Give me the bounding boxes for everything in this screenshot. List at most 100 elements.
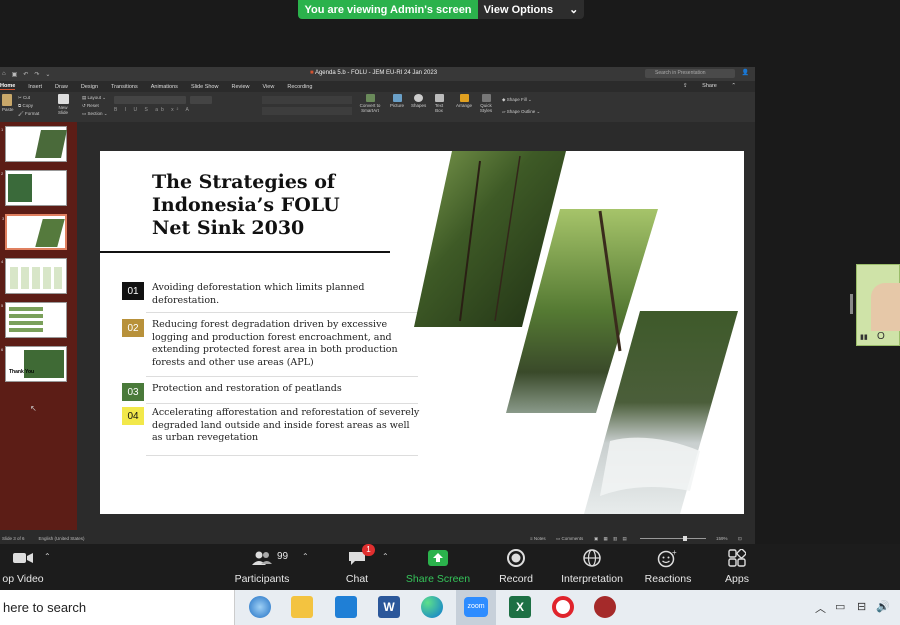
reactions-button[interactable]: + Reactions xyxy=(642,548,694,585)
chat-button[interactable]: 1 Chat xyxy=(340,544,375,585)
chat-icon: 1 xyxy=(346,544,375,567)
video-options-caret[interactable]: ⌃ xyxy=(44,552,51,561)
share-screen-icon xyxy=(427,549,449,567)
tab-draw[interactable]: Draw xyxy=(55,84,68,90)
format-painter-button[interactable]: 🖌 Format xyxy=(18,110,39,118)
profile-icon[interactable]: 👤 xyxy=(742,69,749,76)
save-icon[interactable]: ▣ xyxy=(12,71,18,78)
undo-icon[interactable]: ↶ xyxy=(23,71,28,78)
picture-button[interactable]: Picture xyxy=(390,94,404,108)
participants-button[interactable]: 99 Participants xyxy=(232,549,292,585)
shape-format-group: ◆ Shape Fill ⌄ ▱ Shape Outline ⌄ xyxy=(502,94,540,118)
slide-thumbnail-3[interactable]: 3 xyxy=(2,214,67,250)
volume-icon[interactable]: 🔊 xyxy=(876,600,890,613)
strategy-text-04: Accelerating afforestation and reforesta… xyxy=(152,407,420,444)
edge-icon[interactable] xyxy=(421,596,443,618)
interpretation-button[interactable]: Interpretation xyxy=(554,549,630,585)
tab-recording[interactable]: Recording xyxy=(287,84,312,90)
taskbar-search-box[interactable]: here to search xyxy=(0,590,235,625)
opera-icon[interactable] xyxy=(552,596,574,618)
network-icon[interactable]: ⊟ xyxy=(857,600,866,613)
clipboard-group: ✂ Cut ⧉ Copy 🖌 Format xyxy=(18,94,39,118)
participant-video-tile[interactable]: ▮▮ O xyxy=(856,264,900,346)
item-divider xyxy=(146,376,418,377)
forest-photo-collage xyxy=(414,151,738,514)
participants-options-caret[interactable]: ⌃ xyxy=(302,552,309,561)
section-button[interactable]: ▭ Section ⌄ xyxy=(82,110,108,118)
zoom-level: 159% xyxy=(716,536,728,541)
quick-styles-button[interactable]: Quick Styles xyxy=(478,94,494,113)
font-format-buttons[interactable]: B I U S ab x² A xyxy=(114,107,192,113)
arrange-button[interactable]: Arrange xyxy=(456,94,472,108)
shape-outline-button[interactable]: ▱ Shape Outline ⌄ xyxy=(502,106,540,118)
strategy-text-01: Avoiding deforestation which limits plan… xyxy=(152,282,365,306)
share-button[interactable]: ⇪ Share ⌃ xyxy=(683,83,736,89)
customize-icon[interactable]: ⌄ xyxy=(45,71,50,78)
font-size-select[interactable] xyxy=(190,96,212,104)
tab-design[interactable]: Design xyxy=(81,84,98,90)
alignment-buttons[interactable] xyxy=(262,107,352,115)
redo-icon[interactable]: ↷ xyxy=(34,71,39,78)
app-icon[interactable] xyxy=(594,596,616,618)
apps-button[interactable]: Apps xyxy=(718,549,756,585)
paragraph-buttons[interactable] xyxy=(262,96,352,104)
stop-video-button[interactable]: op Video xyxy=(0,549,46,585)
new-slide-button[interactable]: New Slide xyxy=(56,94,70,115)
shapes-button[interactable]: Shapes xyxy=(411,94,426,108)
comments-button[interactable]: ▭ Comments xyxy=(556,536,583,542)
slide-thumbnail-5[interactable]: 5 xyxy=(1,302,67,338)
ppt-status-bar: Slide 3 of 6 English (United States) ≡ N… xyxy=(0,534,755,543)
share-screen-button[interactable]: Share Screen xyxy=(404,549,472,585)
record-button[interactable]: Record xyxy=(494,549,538,585)
tab-slide-show[interactable]: Slide Show xyxy=(191,84,219,90)
tab-transitions[interactable]: Transitions xyxy=(111,84,138,90)
shape-fill-button[interactable]: ◆ Shape Fill ⌄ xyxy=(502,94,540,106)
zoom-taskbar-item[interactable]: zoom xyxy=(456,590,496,625)
fit-slide-icon[interactable]: ⊡ xyxy=(738,536,742,542)
slide-thumbnail-6[interactable]: 6 Thank You xyxy=(1,346,67,382)
display-icon[interactable]: ▭ xyxy=(835,600,845,613)
tab-review[interactable]: Review xyxy=(231,84,249,90)
video-camera-icon xyxy=(12,549,34,567)
tab-animations[interactable]: Animations xyxy=(151,84,178,90)
layout-button[interactable]: ▤ Layout ⌄ xyxy=(82,94,108,102)
word-icon[interactable]: W xyxy=(378,596,400,618)
ribbon-toolbar: Paste ✂ Cut ⧉ Copy 🖌 Format New Slide ▤ … xyxy=(0,92,755,126)
chat-options-caret[interactable]: ⌃ xyxy=(382,552,389,561)
tab-home[interactable]: Home xyxy=(0,83,16,90)
item-divider xyxy=(146,403,418,404)
home-icon[interactable]: ⌂ xyxy=(2,71,6,78)
zoom-slider[interactable] xyxy=(640,538,706,539)
zoom-slider-thumb[interactable] xyxy=(683,536,687,541)
tab-insert[interactable]: Insert xyxy=(28,84,42,90)
text-box-button[interactable]: Text Box xyxy=(433,94,445,113)
notes-button[interactable]: ≡ Notes xyxy=(530,536,546,541)
file-explorer-icon[interactable] xyxy=(291,596,313,618)
font-family-select[interactable] xyxy=(114,96,186,104)
cut-button[interactable]: ✂ Cut xyxy=(18,94,39,102)
reset-button[interactable]: ↺ Reset xyxy=(82,102,108,110)
slide-title: The Strategies of Indonesia’s FOLU Net S… xyxy=(152,171,340,239)
tray-chevron-icon[interactable]: ︿ xyxy=(815,600,826,616)
arrange-icon xyxy=(459,94,469,102)
participants-count: 99 xyxy=(277,551,289,562)
mail-icon[interactable] xyxy=(335,596,357,618)
smiley-plus-icon: + xyxy=(657,548,679,568)
search-presentation-input[interactable]: Search in Presentation xyxy=(645,69,735,78)
tile-collapse-handle[interactable] xyxy=(850,294,853,314)
tab-view[interactable]: View xyxy=(263,84,275,90)
copy-button[interactable]: ⧉ Copy xyxy=(18,102,39,110)
view-options-button[interactable]: View Options ⌄ xyxy=(478,0,584,19)
paste-button[interactable]: Paste xyxy=(2,94,14,112)
convert-smartart-button[interactable]: Convert to SmartArt xyxy=(358,94,382,113)
item-divider xyxy=(146,455,418,456)
viewing-screen-label: You are viewing Admin's screen xyxy=(298,0,478,19)
view-buttons[interactable]: ▣ ▦ ▥ ▤ xyxy=(594,536,629,542)
slide-thumbnail-2[interactable]: 2 xyxy=(1,170,67,206)
edge-legacy-icon[interactable] xyxy=(249,596,271,618)
excel-icon[interactable]: X xyxy=(509,596,531,618)
slide-thumbnail-4[interactable]: 4 xyxy=(1,258,67,294)
slide-thumbnail-1[interactable]: 1 xyxy=(1,126,67,162)
language-label: English (United States) xyxy=(38,536,85,541)
thumb-thank-you-label: Thank You xyxy=(9,369,35,375)
